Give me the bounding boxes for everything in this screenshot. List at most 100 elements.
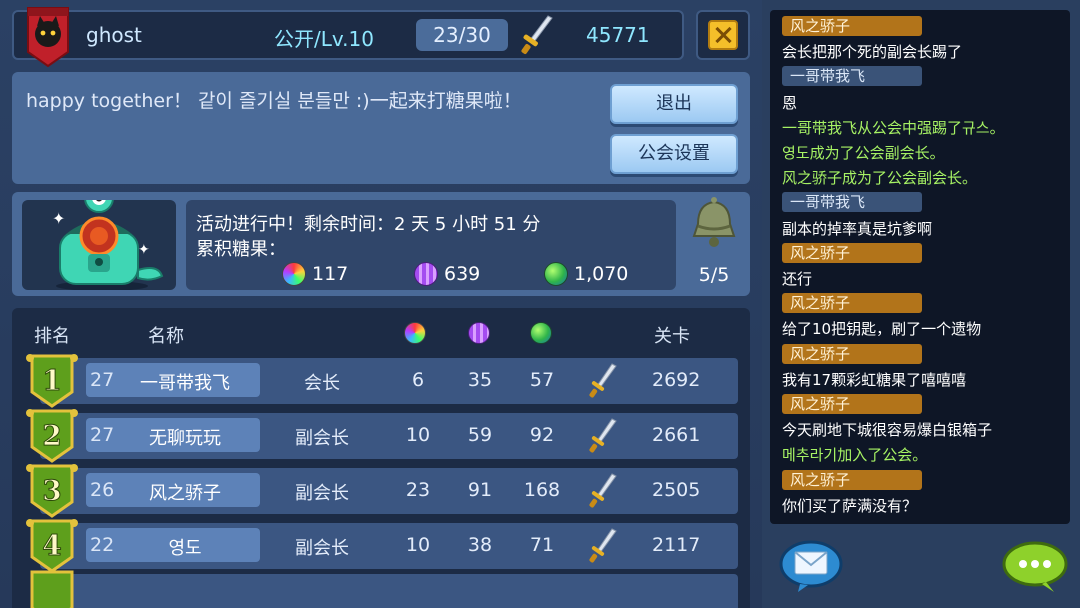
member-green-candy: 168	[523, 479, 561, 501]
table-row[interactable]: 3 26 风之骄子 副会长 23 91 168 2505	[26, 464, 738, 518]
purple-candy-icon	[468, 322, 490, 344]
member-name: 无聊玩玩	[149, 428, 221, 449]
guild-level: 公开/Lv.10	[274, 27, 374, 51]
member-level: 22	[90, 534, 115, 556]
candy-total-rainbow: 117	[282, 262, 348, 286]
green-candy-icon	[530, 322, 552, 344]
member-name: 风之骄子	[149, 483, 221, 504]
score: 45771	[586, 23, 650, 47]
player-name: ghost	[86, 23, 142, 47]
chat-message: 副本的掉率真是坑爹啊	[782, 219, 933, 238]
member-purple-candy: 91	[467, 479, 493, 501]
table-row[interactable]: 4 22 영도 副会长 10 38 71 2117	[26, 519, 738, 573]
member-rainbow-candy: 23	[405, 479, 431, 501]
member-rainbow-candy: 10	[405, 534, 431, 556]
chat-message: 今天刷地下城很容易爆白银箱子	[782, 421, 993, 440]
green-candy-count: 1,070	[574, 263, 629, 285]
exit-button[interactable]: 退出	[610, 84, 738, 124]
chat-message: 会长把那个死的副会长踢了	[782, 43, 963, 62]
chat-message: 你们买了萨满没有？	[782, 496, 918, 515]
treasure-monster-icon: ✦ ✦	[52, 183, 164, 291]
chat-sender-tag[interactable]: 风之骄子	[782, 343, 922, 364]
table-row-partial[interactable]	[30, 570, 738, 608]
table-row[interactable]: 1 27 一哥带我飞 会长 6 35 57 2692	[26, 354, 738, 408]
chat-sender-tag[interactable]: 风之骄子	[782, 469, 922, 490]
rank-number: 1	[42, 364, 61, 397]
activity-panel: ✦ ✦ 活动进行中！剩余时间：2 天 5 小时 51 分 累积糖果： 117 6…	[12, 183, 750, 296]
member-rainbow-candy: 10	[405, 424, 431, 446]
chat-message: 我有17颗彩虹糖果了嘻嘻嘻	[782, 370, 967, 389]
member-rainbow-candy: 6	[411, 369, 425, 391]
rank-badge-icon	[30, 570, 74, 608]
activity-info-box: 活动进行中！剩余时间：2 天 5 小时 51 分 累积糖果： 117 639 1…	[186, 200, 676, 290]
sword-icon	[521, 15, 553, 55]
member-name: 영도	[168, 538, 202, 559]
column-header-purple	[468, 322, 490, 349]
purple-candy-icon	[414, 262, 438, 286]
chat-sender-tag[interactable]: 一哥带我飞	[782, 192, 922, 213]
chat-system-message: 영도成为了公会副会长。	[782, 144, 945, 162]
member-role: 副会长	[295, 483, 349, 504]
rainbow-candy-icon	[282, 262, 306, 286]
rank-badge-icon: 2	[26, 409, 78, 463]
member-level: 27	[90, 424, 115, 446]
rank-badge-icon: 4	[26, 519, 78, 573]
rank-number: 4	[42, 529, 61, 562]
member-count: 23/30	[416, 19, 508, 51]
chat-panel[interactable]: 风之骄子 会长把那个死的副会长踢了 一哥带我飞恩一哥带我飞从公会中强踢了규스。 영도成…	[770, 10, 1070, 524]
member-stage: 2692	[652, 369, 701, 391]
candy-total-label: 累积糖果：	[196, 239, 286, 260]
chat-sender-tag[interactable]: 风之骄子	[782, 394, 922, 414]
column-header-rank: 排名	[34, 326, 70, 347]
chat-sender-tag[interactable]: 风之骄子	[782, 242, 922, 263]
chat-bubble-icon[interactable]	[1002, 540, 1068, 592]
member-stage: 2661	[652, 424, 701, 446]
rank-badge-icon: 3	[26, 464, 78, 518]
top-bar: ghost 公开/Lv.10 23/30 45771	[12, 7, 684, 68]
chat-sender-tag[interactable]: 风之骄子	[782, 293, 922, 314]
column-header-stage: 关卡	[654, 326, 690, 347]
chat-system-message: 风之骄子成为了公会副会长。	[782, 169, 978, 188]
member-purple-candy: 38	[467, 534, 493, 556]
guild-notice-text: happy together！ 같이 즐기실 분들만 :)一起来打糖果啦！	[26, 90, 522, 112]
close-icon	[708, 20, 738, 50]
member-role: 副会长	[295, 428, 349, 449]
member-green-candy: 57	[529, 369, 555, 391]
member-table: 排名 名称 关卡 1 27 一哥带我飞 会长 6 35 57 2692 2 27…	[12, 308, 750, 608]
table-row[interactable]: 2 27 无聊玩玩 副会长 10 59 92 2661	[26, 409, 738, 463]
green-candy-icon	[544, 262, 568, 286]
chat-sender-tag[interactable]: 风之骄子	[782, 16, 922, 36]
activity-status-text: 活动进行中！剩余时间：2 天 5 小时 51 分	[196, 214, 541, 235]
chat-system-message: 메추라기加入了公会。	[782, 446, 928, 465]
purple-candy-count: 639	[444, 263, 481, 285]
guild-notice-panel: happy together！ 같이 즐기실 분들만 :)一起来打糖果啦！ 退出…	[12, 72, 750, 184]
sword-icon	[589, 528, 617, 563]
mail-icon[interactable]	[778, 536, 844, 592]
sword-icon	[589, 363, 617, 398]
rank-number: 2	[42, 419, 61, 452]
member-stage: 2505	[652, 479, 701, 501]
guild-emblem-icon	[27, 7, 69, 68]
column-header-green	[530, 322, 552, 349]
member-name: 一哥带我飞	[140, 373, 230, 394]
bell-count: 5/5	[698, 264, 730, 286]
svg-text:✦: ✦	[52, 209, 65, 228]
svg-text:✦: ✦	[138, 242, 150, 258]
member-stage: 2117	[652, 534, 701, 556]
bell-icon[interactable]	[688, 196, 740, 252]
chat-sender-tag[interactable]: 一哥带我飞	[782, 66, 922, 87]
member-role: 会长	[304, 373, 340, 394]
chat-message: 给了10把钥匙，刷了一个遗物	[782, 320, 982, 339]
guild-settings-button[interactable]: 公会设置	[610, 134, 738, 174]
rank-badge-icon: 1	[26, 354, 78, 408]
mascot-frame: ✦ ✦	[22, 183, 176, 291]
member-green-candy: 92	[529, 424, 555, 446]
sword-icon	[589, 418, 617, 453]
member-green-candy: 71	[529, 534, 555, 556]
member-level: 27	[90, 369, 115, 391]
member-role: 副会长	[295, 538, 349, 559]
close-button[interactable]	[696, 10, 750, 60]
rainbow-candy-count: 117	[312, 263, 349, 285]
rainbow-candy-icon	[404, 322, 426, 344]
candy-total-purple: 639	[414, 262, 480, 286]
